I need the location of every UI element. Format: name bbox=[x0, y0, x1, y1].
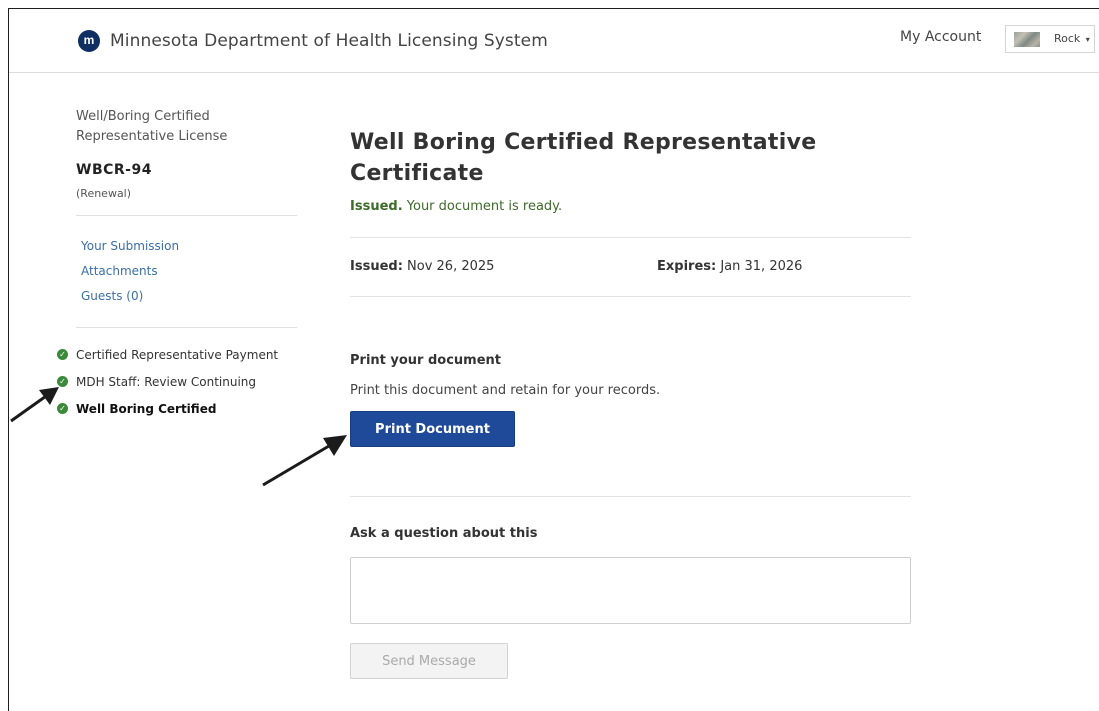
print-heading: Print your document bbox=[350, 353, 502, 368]
page-frame: m Minnesota Department of Health Licensi… bbox=[8, 8, 1099, 711]
step-label: MDH Staff: Review Continuing bbox=[76, 375, 256, 389]
issued-date: Issued: Nov 26, 2025 bbox=[350, 259, 494, 274]
print-document-button[interactable]: Print Document bbox=[350, 411, 515, 447]
annotation-arrow-icon bbox=[10, 387, 59, 423]
sidebar-link-your-submission[interactable]: Your Submission bbox=[81, 239, 179, 253]
my-account-link[interactable]: My Account bbox=[900, 29, 981, 45]
user-menu-button[interactable]: Rock ▾ bbox=[1005, 25, 1095, 53]
ask-question-heading: Ask a question about this bbox=[350, 526, 538, 541]
caret-down-icon: ▾ bbox=[1085, 35, 1090, 44]
step-certified-representative-payment[interactable]: ✓ Certified Representative Payment bbox=[57, 348, 278, 362]
sidebar-link-attachments[interactable]: Attachments bbox=[81, 264, 158, 278]
issued-label: Issued: bbox=[350, 259, 403, 274]
step-well-boring-certified[interactable]: ✓ Well Boring Certified bbox=[57, 402, 216, 416]
expires-value: Jan 31, 2026 bbox=[716, 259, 803, 274]
app-title[interactable]: Minnesota Department of Health Licensing… bbox=[110, 31, 548, 51]
step-label: Well Boring Certified bbox=[76, 402, 217, 416]
issued-value: Nov 26, 2025 bbox=[402, 259, 495, 274]
content-divider bbox=[350, 237, 911, 238]
sidebar-divider bbox=[76, 327, 297, 328]
content-divider bbox=[350, 496, 911, 497]
status-message: Issued. Your document is ready. bbox=[350, 199, 562, 214]
content-divider bbox=[350, 296, 911, 297]
user-name-label: Rock ▾ bbox=[1054, 32, 1090, 45]
step-mdh-staff-review[interactable]: ✓ MDH Staff: Review Continuing bbox=[57, 375, 256, 389]
license-type: (Renewal) bbox=[76, 187, 132, 200]
sidebar-divider bbox=[76, 215, 297, 216]
step-label: Certified Representative Payment bbox=[76, 348, 279, 362]
user-name: Rock bbox=[1054, 32, 1081, 45]
question-textarea[interactable] bbox=[350, 557, 911, 624]
send-message-button[interactable]: Send Message bbox=[350, 643, 508, 679]
annotation-arrow-icon bbox=[262, 435, 347, 487]
status-text: Your document is ready. bbox=[402, 199, 563, 214]
license-title: Well/Boring Certified Representative Lic… bbox=[76, 109, 228, 144]
page-title: Well Boring Certified Representative Cer… bbox=[350, 130, 817, 186]
mdh-logo-icon: m bbox=[78, 30, 100, 52]
top-header: m Minnesota Department of Health Licensi… bbox=[9, 9, 1099, 73]
sidebar-link-guests[interactable]: Guests (0) bbox=[81, 289, 143, 303]
expires-date: Expires: Jan 31, 2026 bbox=[657, 259, 802, 274]
status-bold: Issued. bbox=[350, 199, 403, 214]
print-instructions: Print this document and retain for your … bbox=[350, 383, 661, 398]
expires-label: Expires: bbox=[657, 259, 717, 274]
license-code: WBCR-94 bbox=[76, 162, 152, 178]
check-circle-icon: ✓ bbox=[57, 349, 68, 360]
avatar bbox=[1014, 32, 1040, 47]
